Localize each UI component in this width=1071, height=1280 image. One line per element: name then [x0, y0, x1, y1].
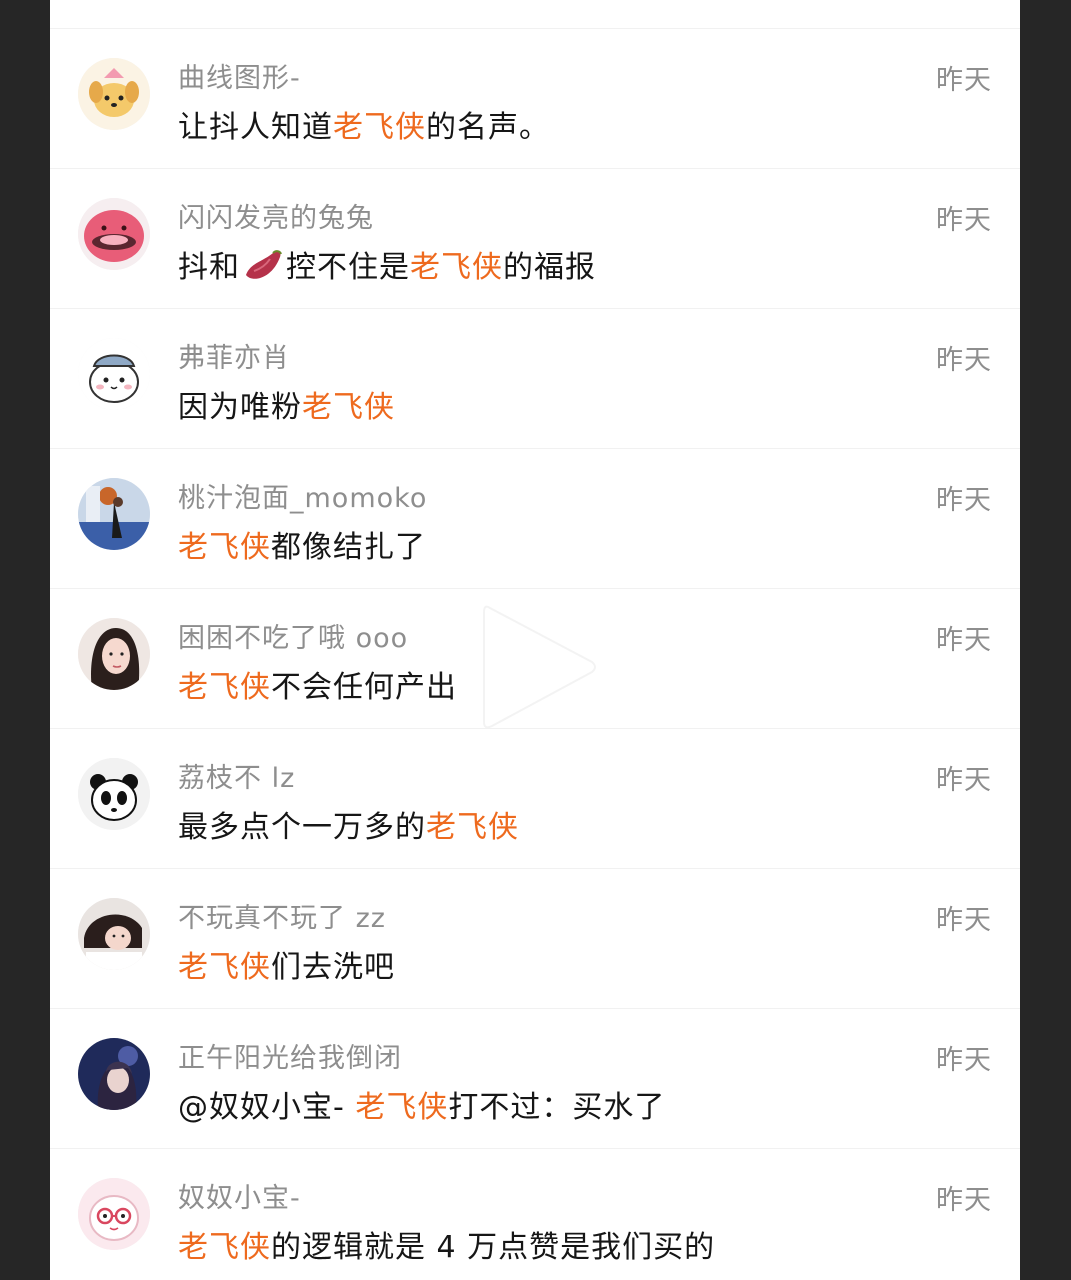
- comment-item[interactable]: 荔枝不 lz 最多点个一万多的老飞侠 昨天: [50, 728, 1020, 869]
- highlighted-keyword: 老飞侠: [302, 390, 395, 425]
- timestamp: 昨天: [936, 1185, 992, 1216]
- comment-text-segment: 的逻辑就是 4 万点赞是我们买的: [271, 1230, 716, 1265]
- comment-text: 因为唯粉老飞侠: [178, 382, 395, 426]
- basketball-photo-avatar-icon: [78, 478, 150, 550]
- dog-cartoon-avatar-icon: [78, 58, 150, 130]
- username[interactable]: 闪闪发亮的兔兔: [178, 196, 374, 235]
- timestamp: 昨天: [936, 765, 992, 796]
- left-frame-bar: [0, 0, 50, 1280]
- username[interactable]: 曲线图形-: [178, 56, 301, 95]
- comment-item[interactable]: 弗菲亦肖 因为唯粉老飞侠 昨天: [50, 308, 1020, 449]
- username[interactable]: 正午阳光给我倒闭: [178, 1036, 402, 1075]
- highlighted-keyword: 老飞侠: [333, 110, 426, 145]
- comment-text: 老飞侠都像结扎了: [178, 522, 426, 566]
- username[interactable]: 困困不吃了哦 ooo: [178, 616, 408, 655]
- highlighted-keyword: 老飞侠: [178, 530, 271, 565]
- comment-text-segment: 们去洗吧: [271, 950, 395, 985]
- avatar[interactable]: [78, 618, 150, 690]
- comment-text: 最多点个一万多的老飞侠: [178, 802, 519, 846]
- comment-item[interactable]: 曲线图形- 让抖人知道老飞侠的名声。 昨天: [50, 28, 1020, 169]
- comment-panel: 曲线图形- 让抖人知道老飞侠的名声。 昨天 闪闪发亮的兔兔 抖和 控不住是老飞侠…: [50, 0, 1020, 1280]
- pink-blob-avatar-icon: [78, 198, 150, 270]
- avatar[interactable]: [78, 758, 150, 830]
- comment-text-segment: 让抖人知道: [178, 110, 333, 145]
- highlighted-keyword: 老飞侠: [426, 810, 519, 845]
- comment-text-segment: 因为唯粉: [178, 390, 302, 425]
- comment-text: 老飞侠不会任何产出: [178, 662, 457, 706]
- avatar[interactable]: [78, 58, 150, 130]
- mention-link[interactable]: @奴奴小宝-: [178, 1090, 355, 1125]
- timestamp: 昨天: [936, 65, 992, 96]
- comment-text-segment: 打不过：买水了: [448, 1090, 666, 1125]
- play-icon[interactable]: [480, 600, 600, 734]
- username[interactable]: 荔枝不 lz: [178, 756, 295, 795]
- highlighted-keyword: 老飞侠: [178, 1230, 271, 1265]
- comment-item[interactable]: 桃汁泡面_momoko 老飞侠都像结扎了 昨天: [50, 448, 1020, 589]
- white-cat-hat-avatar-icon: [78, 338, 150, 410]
- comment-text-segment: 的名声。: [426, 110, 550, 145]
- highlighted-keyword: 老飞侠: [178, 950, 271, 985]
- username[interactable]: 桃汁泡面_momoko: [178, 476, 427, 515]
- comment-text: 老飞侠们去洗吧: [178, 942, 395, 986]
- comment-text-segment: 都像结扎了: [271, 530, 426, 565]
- right-frame-bar: [1020, 0, 1071, 1280]
- username[interactable]: 奴奴小宝-: [178, 1176, 301, 1215]
- comment-item[interactable]: 正午阳光给我倒闭 @奴奴小宝- 老飞侠打不过：买水了 昨天: [50, 1008, 1020, 1149]
- glasses-cartoon-avatar-icon: [78, 1178, 150, 1250]
- comment-text: 抖和 控不住是老飞侠的福报: [178, 242, 596, 286]
- highlighted-keyword: 老飞侠: [178, 670, 271, 705]
- comment-text-segment: 控不住是: [286, 250, 410, 285]
- comment-text: @奴奴小宝- 老飞侠打不过：买水了: [178, 1082, 665, 1126]
- panda-avatar-icon: [78, 758, 150, 830]
- avatar[interactable]: [78, 1038, 150, 1110]
- comment-item[interactable]: 不玩真不玩了 zz 老飞侠们去洗吧 昨天: [50, 868, 1020, 1009]
- girl-lying-avatar-icon: [78, 898, 150, 970]
- avatar[interactable]: [78, 198, 150, 270]
- highlighted-keyword: 老飞侠: [355, 1090, 449, 1125]
- avatar[interactable]: [78, 898, 150, 970]
- timestamp: 昨天: [936, 625, 992, 656]
- timestamp: 昨天: [936, 345, 992, 376]
- username[interactable]: 不玩真不玩了 zz: [178, 896, 386, 935]
- comment-text: 让抖人知道老飞侠的名声。: [178, 102, 550, 146]
- timestamp: 昨天: [936, 485, 992, 516]
- highlighted-keyword: 老飞侠: [410, 250, 503, 285]
- avatar[interactable]: [78, 1178, 150, 1250]
- anime-character-avatar-icon: [78, 1038, 150, 1110]
- comment-text-segment: 不会任何产出: [271, 670, 457, 705]
- avatar[interactable]: [78, 338, 150, 410]
- timestamp: 昨天: [936, 905, 992, 936]
- comment-item[interactable]: 闪闪发亮的兔兔 抖和 控不住是老飞侠的福报 昨天: [50, 168, 1020, 309]
- comment-item[interactable]: 奴奴小宝- 老飞侠的逻辑就是 4 万点赞是我们买的 昨天: [50, 1148, 1020, 1280]
- comment-text: 老飞侠的逻辑就是 4 万点赞是我们买的: [178, 1222, 715, 1266]
- username[interactable]: 弗菲亦肖: [178, 336, 290, 375]
- comment-text-segment: 最多点个一万多的: [178, 810, 426, 845]
- timestamp: 昨天: [936, 1045, 992, 1076]
- comment-text-segment: 的福报: [503, 250, 596, 285]
- timestamp: 昨天: [936, 205, 992, 236]
- girl-portrait-avatar-icon: [78, 618, 150, 690]
- comment-text-segment: 抖和: [178, 250, 240, 285]
- avatar[interactable]: [78, 478, 150, 550]
- sweet-potato-icon: [246, 250, 282, 279]
